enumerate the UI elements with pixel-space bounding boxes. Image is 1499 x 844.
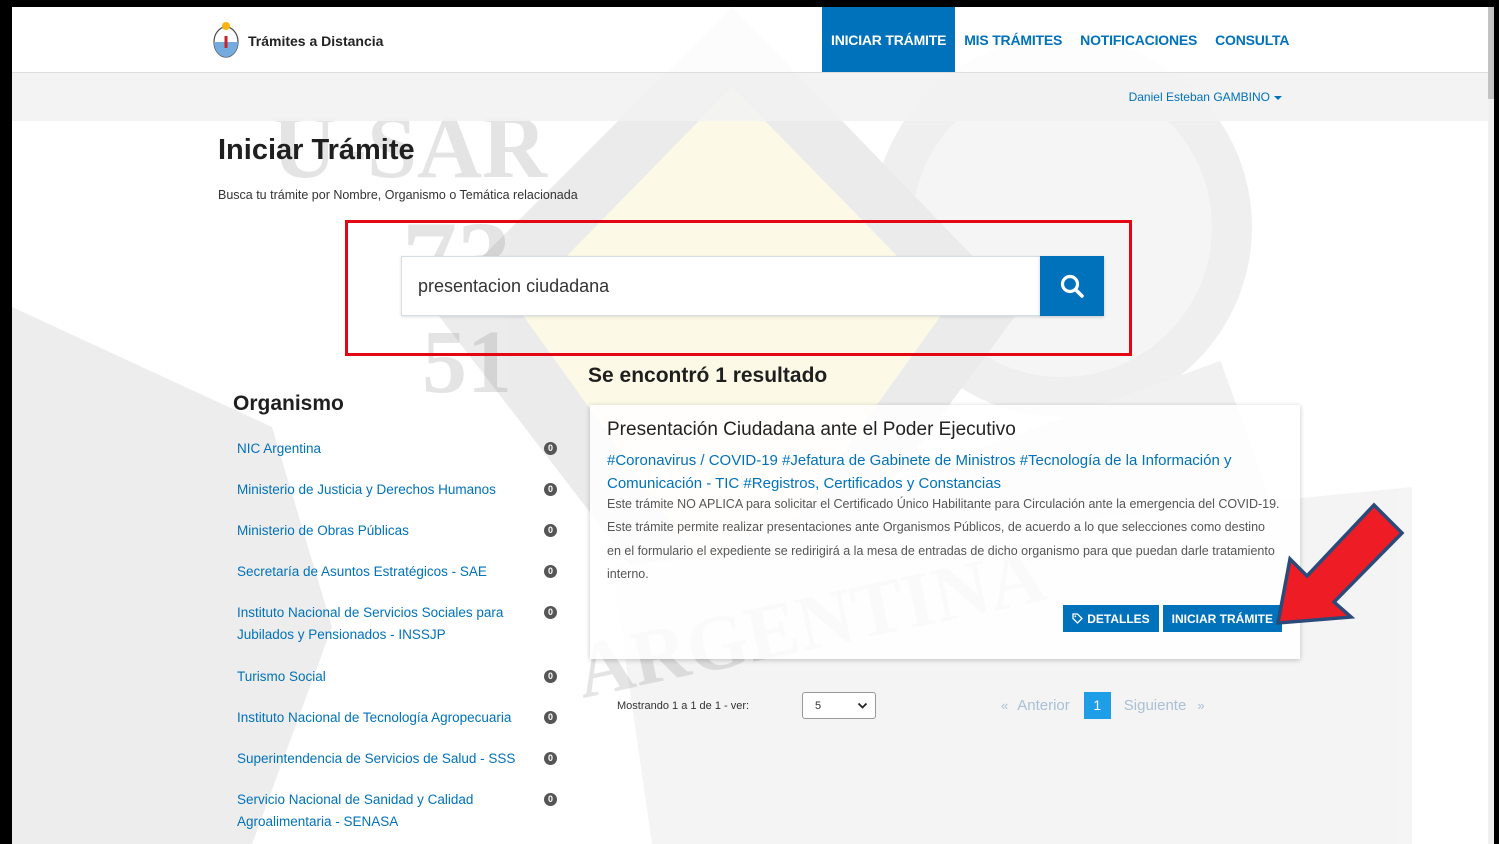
top-navigation-bar: Trámites a Distancia INICIAR TRÁMITE MIS…	[12, 7, 1494, 73]
user-name: Daniel Esteban GAMBINO	[1128, 90, 1270, 104]
user-menu[interactable]: Daniel Esteban GAMBINO	[1129, 90, 1282, 104]
iniciar-tramite-button[interactable]: INICIAR TRÁMITE	[1162, 605, 1282, 632]
org-item-count-badge: 0	[544, 524, 557, 537]
org-item-ministerio-justicia[interactable]: Ministerio de Justicia y Derechos Humano…	[237, 479, 557, 520]
org-item-label[interactable]: Servicio Nacional de Sanidad y Calidad A…	[237, 789, 522, 833]
argentina-coat-of-arms-icon	[213, 22, 239, 58]
pagination-prev-symbol[interactable]: «	[1001, 698, 1008, 713]
org-item-count-badge: 0	[544, 442, 557, 455]
org-item-label[interactable]: Secretaría de Asuntos Estratégicos - SAE	[237, 561, 522, 583]
org-item-inta[interactable]: Instituto Nacional de Tecnología Agropec…	[237, 707, 557, 748]
org-item-count-badge: 0	[544, 752, 557, 765]
page-size-select[interactable]: 5	[802, 692, 876, 719]
org-item-count-badge: 0	[544, 606, 557, 619]
brand[interactable]: Trámites a Distancia	[212, 21, 383, 61]
org-item-ministerio-obras-publicas[interactable]: Ministerio de Obras Públicas 0	[237, 520, 557, 561]
nav-iniciar-tramite[interactable]: INICIAR TRÁMITE	[822, 7, 956, 72]
details-button-label: DETALLES	[1087, 611, 1150, 626]
org-item-senasa[interactable]: Servicio Nacional de Sanidad y Calidad A…	[237, 789, 557, 844]
tag-icon	[1072, 613, 1084, 624]
org-item-count-badge: 0	[544, 565, 557, 578]
result-card: Presentación Ciudadana ante el Poder Eje…	[590, 405, 1300, 659]
page-subtitle: Busca tu trámite por Nombre, Organismo o…	[218, 188, 578, 202]
caret-down-icon	[1274, 95, 1282, 100]
org-item-count-badge: 0	[544, 670, 557, 683]
result-tags[interactable]: #Coronavirus / COVID-19 #Jefatura de Gab…	[607, 449, 1287, 495]
search-button[interactable]	[1040, 256, 1104, 316]
pagination: « Anterior 1 Siguiente »	[1001, 692, 1205, 719]
org-item-label[interactable]: Superintendencia de Servicios de Salud -…	[237, 748, 522, 770]
org-item-label[interactable]: Ministerio de Obras Públicas	[237, 520, 522, 542]
nav-consulta[interactable]: CONSULTA	[1206, 7, 1298, 72]
nav-notificaciones[interactable]: NOTIFICACIONES	[1071, 7, 1206, 72]
org-item-sae[interactable]: Secretaría de Asuntos Estratégicos - SAE…	[237, 561, 557, 602]
result-title[interactable]: Presentación Ciudadana ante el Poder Eje…	[607, 419, 1016, 441]
org-item-sss[interactable]: Superintendencia de Servicios de Salud -…	[237, 748, 557, 789]
org-item-label[interactable]: Instituto Nacional de Tecnología Agropec…	[237, 707, 522, 729]
red-arrow-icon	[1275, 502, 1405, 625]
magnifier-icon	[1060, 274, 1084, 298]
org-item-label[interactable]: Instituto Nacional de Servicios Sociales…	[237, 602, 522, 646]
org-item-count-badge: 0	[544, 711, 557, 724]
pagination-prev[interactable]: Anterior	[1017, 697, 1070, 714]
iniciar-tramite-button-label: INICIAR TRÁMITE	[1171, 611, 1273, 626]
search-input[interactable]	[401, 256, 1041, 316]
main-nav: INICIAR TRÁMITE MIS TRÁMITES NOTIFICACIO…	[822, 7, 1298, 72]
brand-title: Trámites a Distancia	[248, 33, 384, 49]
org-item-turismo-social[interactable]: Turismo Social 0	[237, 666, 557, 707]
organismo-filter-title: Organismo	[233, 392, 344, 415]
org-item-label[interactable]: Ministerio de Justicia y Derechos Humano…	[237, 479, 522, 501]
org-item-inssjp[interactable]: Instituto Nacional de Servicios Sociales…	[237, 602, 557, 666]
scrollbar-thumb[interactable]	[1488, 7, 1494, 99]
pagination-current-page[interactable]: 1	[1083, 692, 1111, 719]
page-title: Iniciar Trámite	[218, 134, 415, 166]
org-item-count-badge: 0	[544, 793, 557, 806]
nav-mis-tramites[interactable]: MIS TRÁMITES	[955, 7, 1071, 72]
pager-showing-text: Mostrando 1 a 1 de 1 - ver:	[617, 700, 750, 712]
scrollbar[interactable]	[1488, 7, 1494, 844]
org-item-nic-argentina[interactable]: NIC Argentina 0	[237, 438, 557, 479]
org-item-label[interactable]: NIC Argentina	[237, 438, 522, 460]
details-button[interactable]: DETALLES	[1063, 605, 1159, 632]
organismo-filter-list: NIC Argentina 0 Ministerio de Justicia y…	[237, 438, 557, 844]
pagination-next[interactable]: Siguiente	[1124, 697, 1187, 714]
result-actions: DETALLES INICIAR TRÁMITE	[1063, 605, 1282, 632]
org-item-count-badge: 0	[544, 483, 557, 496]
result-description: Este trámite NO APLICA para solicitar el…	[607, 497, 1280, 581]
page-size-value: 5	[815, 699, 822, 712]
browser-viewport: U-SAR 73 51 ARGENTINA Trámites a Distanc…	[12, 7, 1494, 844]
pagination-next-symbol[interactable]: »	[1197, 698, 1204, 713]
chevron-down-icon	[857, 702, 868, 709]
user-bar: Daniel Esteban GAMBINO	[12, 73, 1494, 121]
org-item-label[interactable]: Turismo Social	[237, 666, 522, 688]
results-count-title: Se encontró 1 resultado	[588, 364, 828, 387]
